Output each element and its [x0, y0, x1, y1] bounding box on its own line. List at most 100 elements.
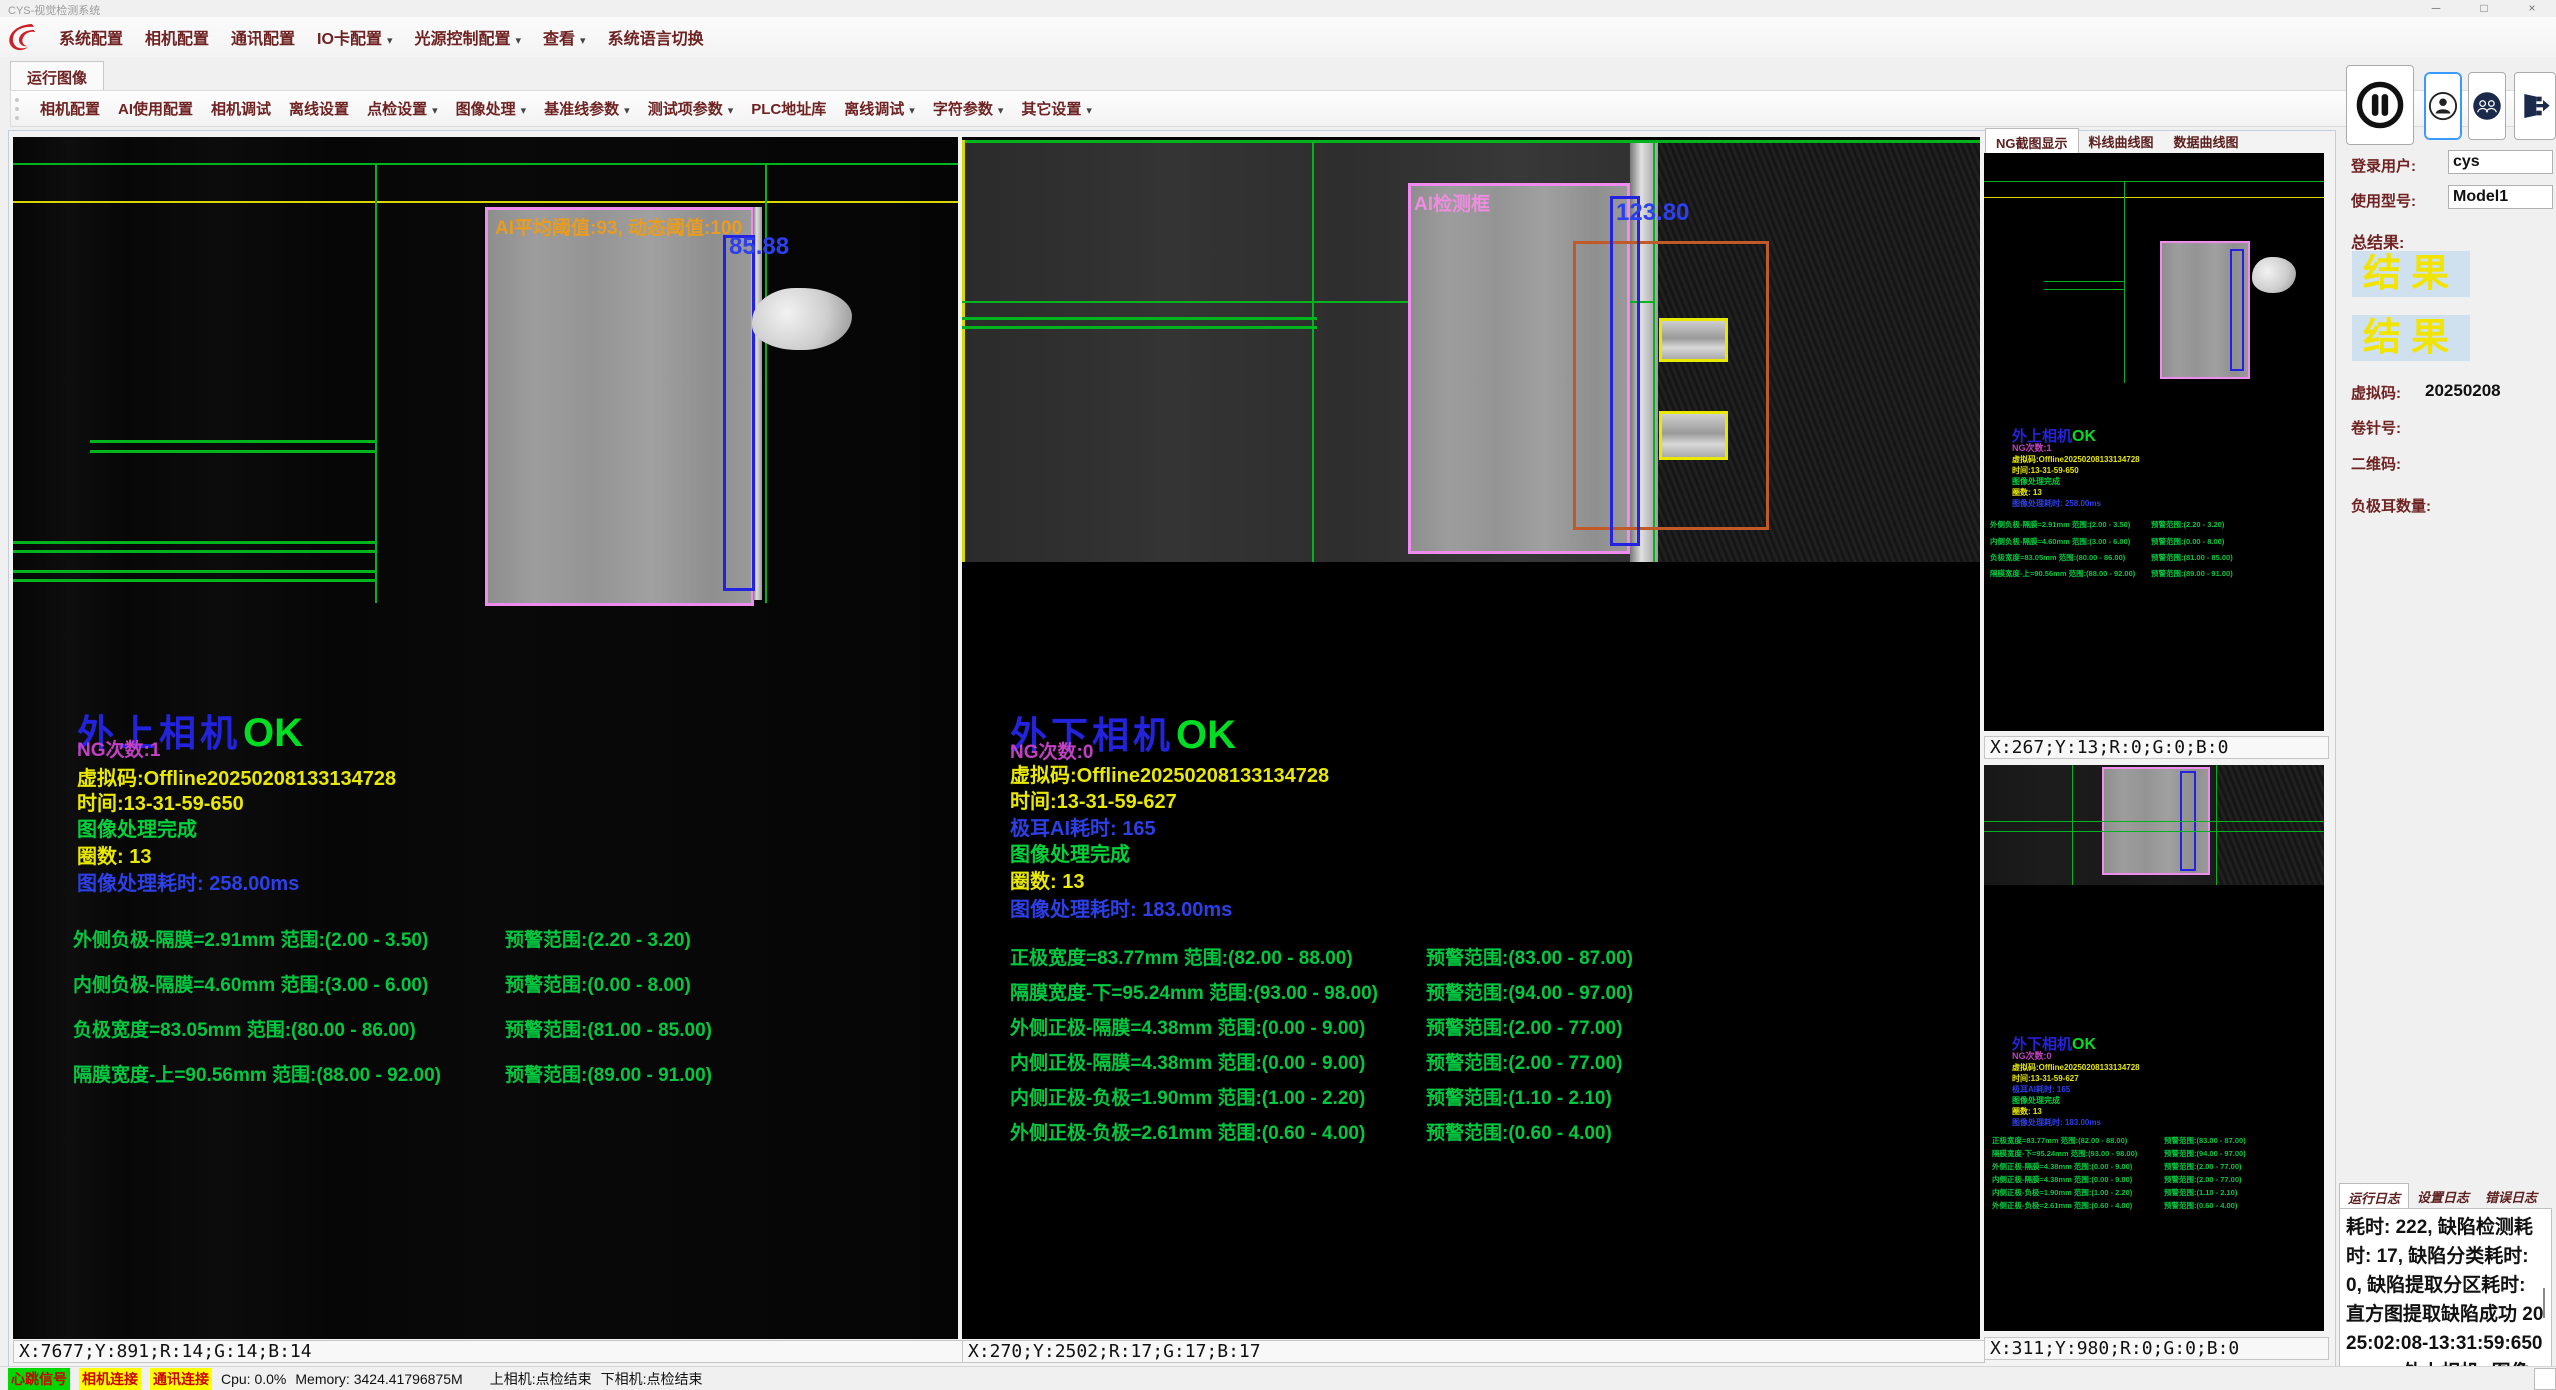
user-button[interactable]: [2424, 72, 2462, 140]
ng-preview-top-panel[interactable]: 外上相机OK NG次数:1 虚拟码:Offline202502081331347…: [1984, 153, 2324, 731]
detect-orange-box: [1573, 241, 1769, 530]
baseline-green-right: [765, 163, 767, 603]
tool-camera-config[interactable]: 相机配置: [31, 98, 109, 119]
mini-measure-line-a: [2044, 281, 2124, 282]
statusbar: 心跳信号 相机连接 通讯连接 Cpu: 0.0% Memory: 3424.41…: [0, 1366, 2556, 1390]
tool-other-settings[interactable]: 其它设置: [1012, 98, 1101, 119]
login-user-input[interactable]: [2448, 150, 2553, 174]
measure-line-1b: [90, 450, 375, 453]
measure-blue-box: [723, 235, 755, 591]
maximize-button[interactable]: □: [2464, 0, 2504, 17]
measurement-row: 隔膜宽度-下=95.24mm 范围:(93.00 - 98.00) 预警范围:(…: [1010, 978, 1930, 1000]
mini-green-vline-1: [2072, 765, 2073, 885]
close-button[interactable]: ×: [2512, 0, 2552, 17]
tab-yellow-box-2: [1659, 411, 1728, 460]
menu-camera-config[interactable]: 相机配置: [134, 25, 220, 49]
logout-icon: [2519, 90, 2551, 122]
mini-warning-range: 预警范围:(89.00 - 91.00): [2151, 568, 2233, 579]
qr-code-label: 二维码:: [2351, 453, 2401, 474]
app-window: CYS-视觉检测系统 ─ □ × 系统配置 相机配置 通讯配置 IO卡配置 光源…: [0, 0, 2556, 1390]
mini-measurement-value: 隔膜宽度-下=95.24mm 范围:(93.00 - 98.00): [1992, 1148, 2137, 1159]
measurement-value: 隔膜宽度-上=90.56mm 范围:(88.00 - 92.00): [73, 1060, 441, 1087]
mini-measurement-value: 外侧负极-隔膜=2.91mm 范围:(2.00 - 3.50): [1990, 519, 2130, 530]
mini-green-vline-2: [2216, 765, 2217, 885]
menu-io-card-config[interactable]: IO卡配置: [306, 25, 403, 49]
ai-frame-label: AI检测框: [1414, 189, 1490, 216]
cpu-usage: Cpu: 0.0%: [221, 1371, 286, 1387]
mini-camera-result: OK: [2072, 428, 2096, 445]
measurement-value: 内侧负极-隔膜=4.60mm 范围:(3.00 - 6.00): [73, 970, 428, 997]
camera-lower-result: OK: [1176, 713, 1236, 757]
tool-ai-usage-config[interactable]: AI使用配置: [109, 98, 202, 119]
warning-range: 预警范围:(94.00 - 97.00): [1426, 978, 1633, 1005]
mini-measurement-value: 隔膜宽度-上=90.56mm 范围:(88.00 - 92.00): [1990, 568, 2135, 579]
model-input[interactable]: [2448, 185, 2553, 209]
camera-upper-image-panel[interactable]: AI平均阈值:93, 动态阈值:100 85.88 外上相机OK NG次数:1 …: [13, 137, 958, 1339]
mini-green-vline: [2124, 181, 2125, 383]
measure-line-a: [962, 317, 1317, 320]
tool-offline-debug[interactable]: 离线调试: [835, 98, 924, 119]
measurement-value: 内侧正极-隔膜=4.38mm 范围:(0.00 - 9.00): [1010, 1048, 1365, 1075]
mini-measurement-value: 内侧正极-负极=1.90mm 范围:(1.00 - 2.20): [1992, 1187, 2132, 1198]
process-time-line: 图像处理耗时: 258.00ms: [77, 867, 299, 896]
menubar: 系统配置 相机配置 通讯配置 IO卡配置 光源控制配置 查看 系统语言切换: [0, 17, 2556, 58]
mini-info-line: 圈数: 13: [2012, 1106, 2042, 1117]
measurement-value: 内侧正极-负极=1.90mm 范围:(1.00 - 2.20): [1010, 1083, 1365, 1110]
gauge-value: 85.88: [729, 233, 789, 261]
mini-info-line: 虚拟码:Offline20250208133134728: [2012, 454, 2140, 465]
mini-warning-range: 预警范围:(2.20 - 3.20): [2151, 519, 2224, 530]
tab-run-log[interactable]: 运行日志: [2339, 1183, 2409, 1208]
measurement-row: 正极宽度=83.77mm 范围:(82.00 - 88.00) 预警范围:(83…: [1010, 943, 1930, 965]
exit-button[interactable]: [2514, 72, 2556, 140]
measurement-row: 外侧正极-负极=2.61mm 范围:(0.60 - 4.00) 预警范围:(0.…: [1010, 1118, 1930, 1140]
ng-preview-bottom-panel[interactable]: 外下相机OK NG次数:0 虚拟码:Offline202502081331347…: [1984, 765, 2324, 1331]
run-log-content[interactable]: 耗时: 222, 缺陷检测耗时: 17, 缺陷分类耗时: 0, 缺陷提取分区耗时…: [2339, 1208, 2552, 1386]
tool-spot-check[interactable]: 点检设置: [358, 98, 447, 119]
ai-threshold-label: AI平均阈值:93, 动态阈值:100: [495, 213, 742, 240]
measure-line-b: [962, 326, 1317, 329]
measure-line-2b: [13, 550, 375, 553]
tab-line-curve[interactable]: 料线曲线图: [2079, 128, 2164, 154]
turns-line: 圈数: 13: [1010, 865, 1084, 894]
warning-range: 预警范围:(81.00 - 85.00): [505, 1015, 712, 1042]
mini-info-line: 圈数: 13: [2012, 487, 2042, 498]
measurement-row: 负极宽度=83.05mm 范围:(80.00 - 86.00) 预警范围:(81…: [73, 1015, 953, 1037]
menu-language-switch[interactable]: 系统语言切换: [597, 25, 715, 49]
tool-offline-setting[interactable]: 离线设置: [280, 98, 358, 119]
toolbar-grip[interactable]: [15, 98, 23, 120]
mini-warning-range: 预警范围:(2.00 - 77.00): [2164, 1161, 2242, 1172]
tab-setting-log[interactable]: 设置日志: [2409, 1183, 2477, 1208]
mini-ng-count: NG次数:1: [2012, 441, 2052, 454]
users-button[interactable]: [2468, 72, 2506, 140]
camera-link-indicator: 相机连接: [79, 1368, 141, 1390]
tool-camera-debug[interactable]: 相机调试: [202, 98, 280, 119]
menu-items: 系统配置 相机配置 通讯配置 IO卡配置 光源控制配置 查看 系统语言切换: [48, 17, 715, 57]
measurement-row: 外侧正极-隔膜=4.38mm 范围:(0.00 - 9.00) 预警范围:(2.…: [1010, 1013, 1930, 1035]
camera-upper-coord-status: X:7677;Y:891;R:14;G:14;B:14: [13, 1340, 963, 1363]
menu-comm-config[interactable]: 通讯配置: [220, 25, 306, 49]
menu-light-control-config[interactable]: 光源控制配置: [403, 25, 532, 49]
measure-blue-box: [1610, 196, 1640, 546]
log-scrollbar[interactable]: [2543, 1288, 2545, 1318]
tool-char-params[interactable]: 字符参数: [924, 98, 1013, 119]
tab-error-log[interactable]: 错误日志: [2477, 1183, 2545, 1208]
mini-info-line: 图像处理耗时: 183.00ms: [2012, 1117, 2101, 1128]
tool-baseline-params[interactable]: 基准线参数: [535, 98, 639, 119]
tab-data-curve[interactable]: 数据曲线图: [2164, 128, 2249, 154]
tool-plc-address[interactable]: PLC地址库: [742, 98, 835, 119]
gauge-value: 123.80: [1616, 199, 1689, 227]
menu-view[interactable]: 查看: [532, 25, 597, 49]
tabstrip: 运行图像: [0, 57, 2556, 90]
tool-test-item-params[interactable]: 测试项参数: [639, 98, 743, 119]
mini-metal-blob: [2252, 257, 2296, 293]
virtual-code-value: 20250208: [2425, 381, 2501, 401]
menu-system-config[interactable]: 系统配置: [48, 25, 134, 49]
mini-green-line: [1984, 181, 2324, 182]
minimize-button[interactable]: ─: [2416, 0, 2456, 17]
tab-ng-screenshot[interactable]: NG截图显示: [1985, 128, 2079, 154]
measure-line-2a: [13, 541, 375, 544]
winding-pin-label: 卷针号:: [2351, 417, 2401, 438]
camera-lower-image-panel[interactable]: AI检测框 123.80 外下相机OK NG次数:0 虚拟码:Offline20…: [962, 137, 1980, 1339]
pause-button[interactable]: [2346, 65, 2414, 145]
tool-image-processing[interactable]: 图像处理: [447, 98, 536, 119]
